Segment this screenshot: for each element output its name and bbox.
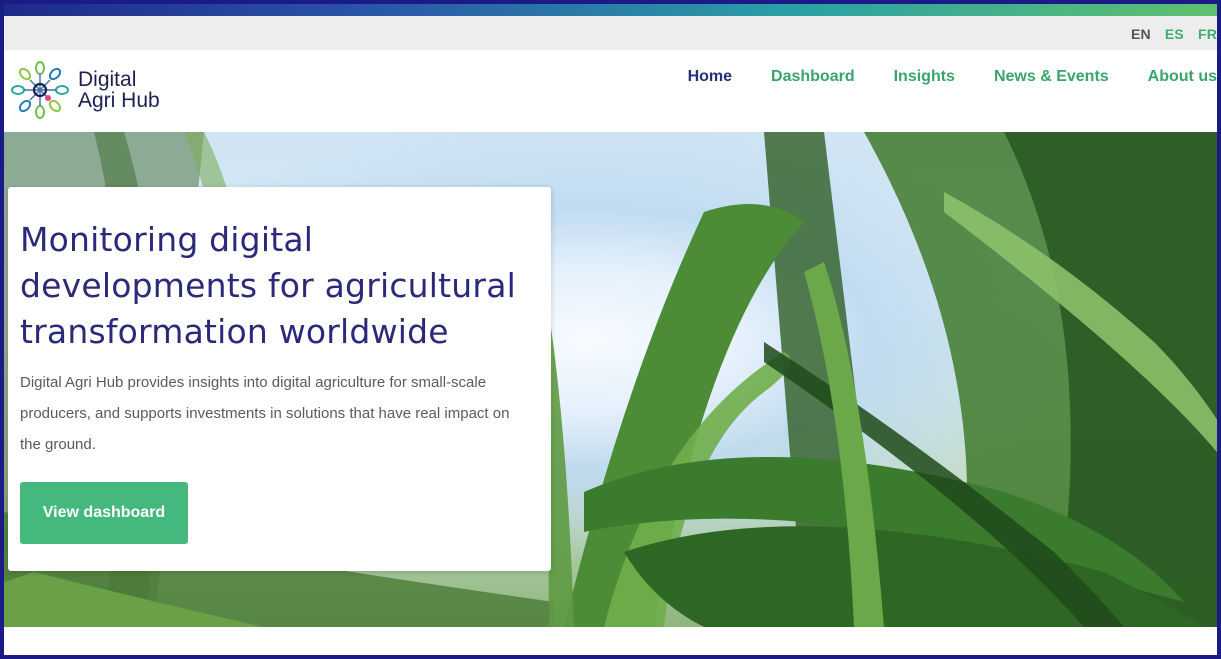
hero-description: Digital Agri Hub provides insights into …	[20, 374, 510, 453]
nav-news-events[interactable]: News & Events	[994, 68, 1109, 86]
nav-home[interactable]: Home	[688, 68, 732, 86]
language-switcher: EN ES FR	[1131, 26, 1217, 42]
nav-dashboard[interactable]: Dashboard	[771, 68, 855, 86]
below-hero-area	[4, 627, 1217, 655]
network-leaf-logo-icon	[11, 61, 69, 119]
site-header: Digital Agri Hub Home Dashboard Insights…	[4, 50, 1217, 132]
lang-es[interactable]: ES	[1165, 26, 1184, 42]
site-logo[interactable]: Digital Agri Hub	[10, 60, 160, 120]
view-dashboard-button[interactable]: View dashboard	[20, 482, 188, 544]
logo-wordmark: Digital Agri Hub	[78, 69, 160, 111]
logo-line-2: Agri Hub	[78, 89, 160, 112]
hero-title-line-2: developments for agricultural	[20, 266, 516, 305]
hero-section: Monitoring digital developments for agri…	[4, 132, 1217, 627]
hero-card: Monitoring digital developments for agri…	[8, 187, 551, 571]
gradient-top-stripe	[4, 4, 1217, 16]
nav-about-us[interactable]: About us	[1148, 68, 1217, 86]
language-bar: EN ES FR	[4, 16, 1217, 50]
hero-title-line-3: transformation worldwide	[20, 312, 449, 351]
logo-line-1: Digital	[78, 68, 137, 91]
lang-fr[interactable]: FR	[1198, 26, 1217, 42]
lang-en[interactable]: EN	[1131, 26, 1151, 42]
hero-title: Monitoring digital developments for agri…	[20, 217, 540, 355]
browser-frame: EN ES FR Digital Agri Hub Home Dashboard…	[0, 0, 1221, 659]
main-nav: Home Dashboard Insights News & Events Ab…	[688, 68, 1217, 86]
hero-title-line-1: Monitoring digital	[20, 220, 314, 259]
nav-insights[interactable]: Insights	[894, 68, 955, 86]
